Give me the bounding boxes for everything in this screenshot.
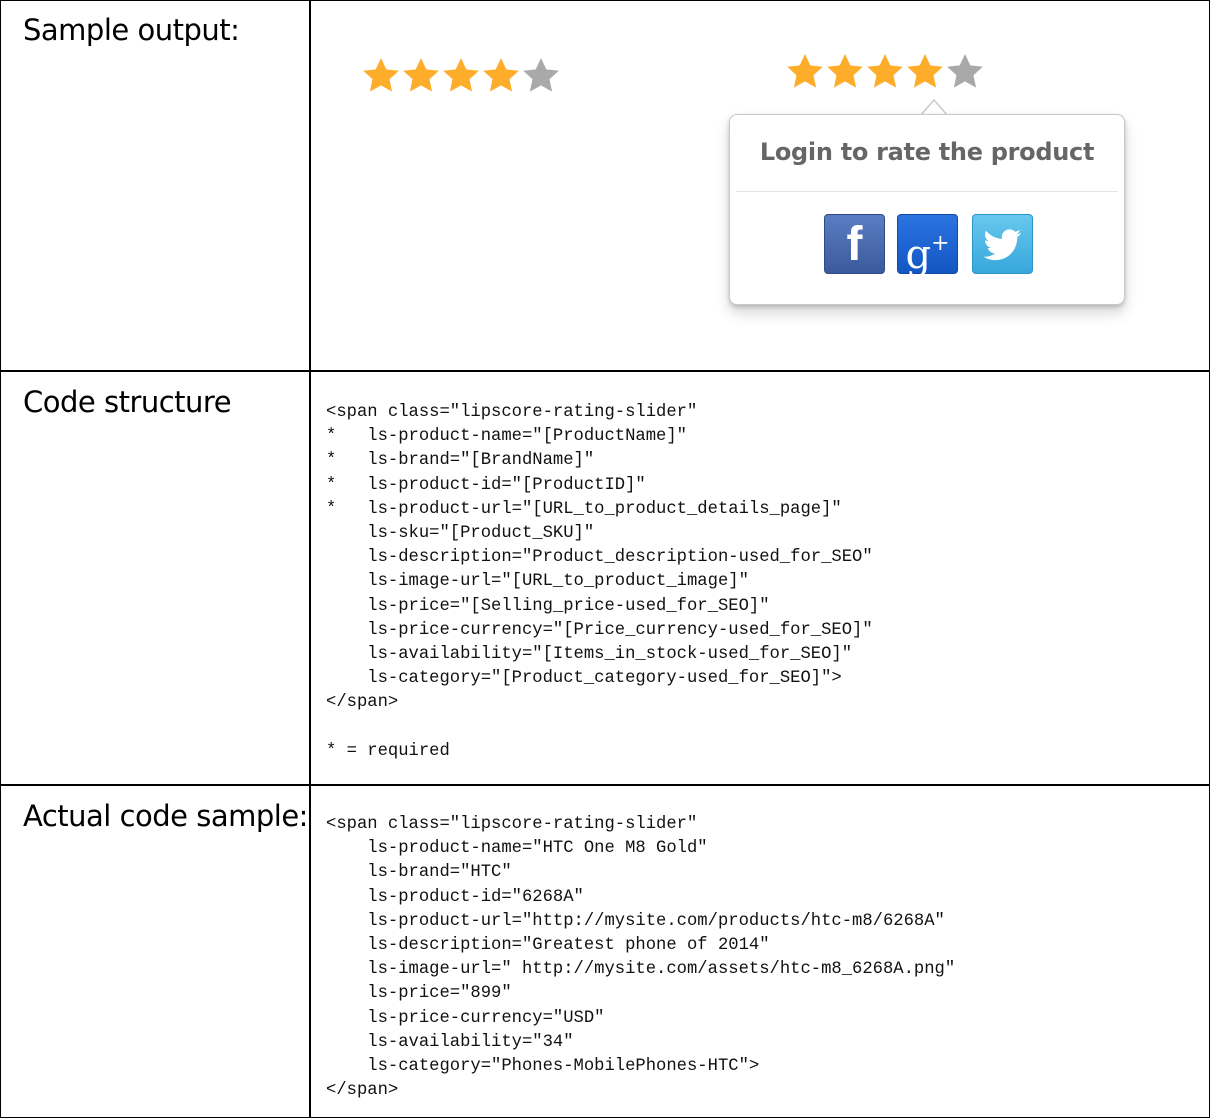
actual-code-block: <span class="lipscore-rating-slider" ls-… <box>326 813 955 1103</box>
code-line: <span class="lipscore-rating-slider" <box>326 815 698 834</box>
google-plus-login-button[interactable]: g+ <box>897 214 958 278</box>
popup-title: Login to rate the product <box>759 138 1095 166</box>
row-actual-code-sample: Actual code sample: <span class="lipscor… <box>1 787 1209 1119</box>
column-divider <box>309 1 311 1117</box>
code-line: * ls-product-id="[ProductID]" <box>326 475 646 495</box>
documentation-table: Sample output: Login to rate the product… <box>0 0 1210 1118</box>
code-line: </span> <box>326 693 399 713</box>
code-line: ls-availability="[Items_in_stock-used_fo… <box>326 645 853 665</box>
twitter-bird-icon <box>983 229 1021 261</box>
star-filled-icon[interactable] <box>401 55 441 95</box>
popup-divider <box>736 191 1118 192</box>
code-line: ls-image-url=" http://mysite.com/assets/… <box>326 960 956 980</box>
google-plus-icon: g+ <box>905 231 950 278</box>
login-popup: Login to rate the product f g+ <box>729 114 1125 305</box>
row-code-structure: Code structure <span class="lipscore-rat… <box>1 373 1209 786</box>
code-line: ls-description="Greatest phone of 2014" <box>326 936 770 956</box>
star-filled-icon[interactable] <box>905 51 945 91</box>
code-line: ls-sku="[Product_SKU]" <box>326 524 595 544</box>
star-filled-icon[interactable] <box>361 55 401 95</box>
star-empty-icon[interactable] <box>945 51 985 91</box>
code-line: <span class="lipscore-rating-slider" <box>326 403 698 422</box>
code-line: ls-product-url="http://mysite.com/produc… <box>326 911 945 931</box>
code-structure-block: <span class="lipscore-rating-slider" * l… <box>326 401 873 764</box>
row-label-code-structure: Code structure <box>23 385 232 419</box>
code-line: ls-price="[Selling_price-used_for_SEO]" <box>326 596 770 616</box>
star-empty-icon[interactable] <box>521 55 561 95</box>
code-line: * ls-brand="[BrandName]" <box>326 451 595 471</box>
row-sample-output: Sample output: Login to rate the product… <box>1 1 1209 372</box>
code-line: ls-availability="34" <box>326 1032 574 1052</box>
row-label-actual-code-sample: Actual code sample: <box>23 799 308 833</box>
code-line: ls-price-currency="USD" <box>326 1008 605 1028</box>
code-line: * ls-product-name="[ProductName]" <box>326 427 687 447</box>
code-line: ls-description="Product_description-used… <box>326 548 873 568</box>
facebook-icon: f <box>846 218 863 271</box>
code-line: * ls-product-url="[URL_to_product_detail… <box>326 499 842 519</box>
code-line: ls-price="899" <box>326 984 512 1004</box>
code-line: ls-product-id="6268A" <box>326 887 584 907</box>
star-filled-icon[interactable] <box>481 55 521 95</box>
star-filled-icon[interactable] <box>825 51 865 91</box>
twitter-login-button[interactable] <box>972 214 1033 274</box>
facebook-login-button[interactable]: f <box>824 214 885 274</box>
code-line: ls-brand="HTC" <box>326 863 512 883</box>
code-line: ls-price-currency="[Price_currency-used_… <box>326 620 873 640</box>
row-label-sample-output: Sample output: <box>23 13 240 47</box>
star-filled-icon[interactable] <box>441 55 481 95</box>
code-line: ls-category="[Product_category-used_for_… <box>326 669 842 689</box>
star-filled-icon[interactable] <box>785 51 825 91</box>
code-line: </span> <box>326 1081 399 1101</box>
code-line: ls-product-name="HTC One M8 Gold" <box>326 839 708 859</box>
code-line: * = required <box>326 741 450 761</box>
star-filled-icon[interactable] <box>865 51 905 91</box>
code-line: ls-image-url="[URL_to_product_image]" <box>326 572 749 592</box>
code-line: ls-category="Phones-MobilePhones-HTC"> <box>326 1057 760 1077</box>
